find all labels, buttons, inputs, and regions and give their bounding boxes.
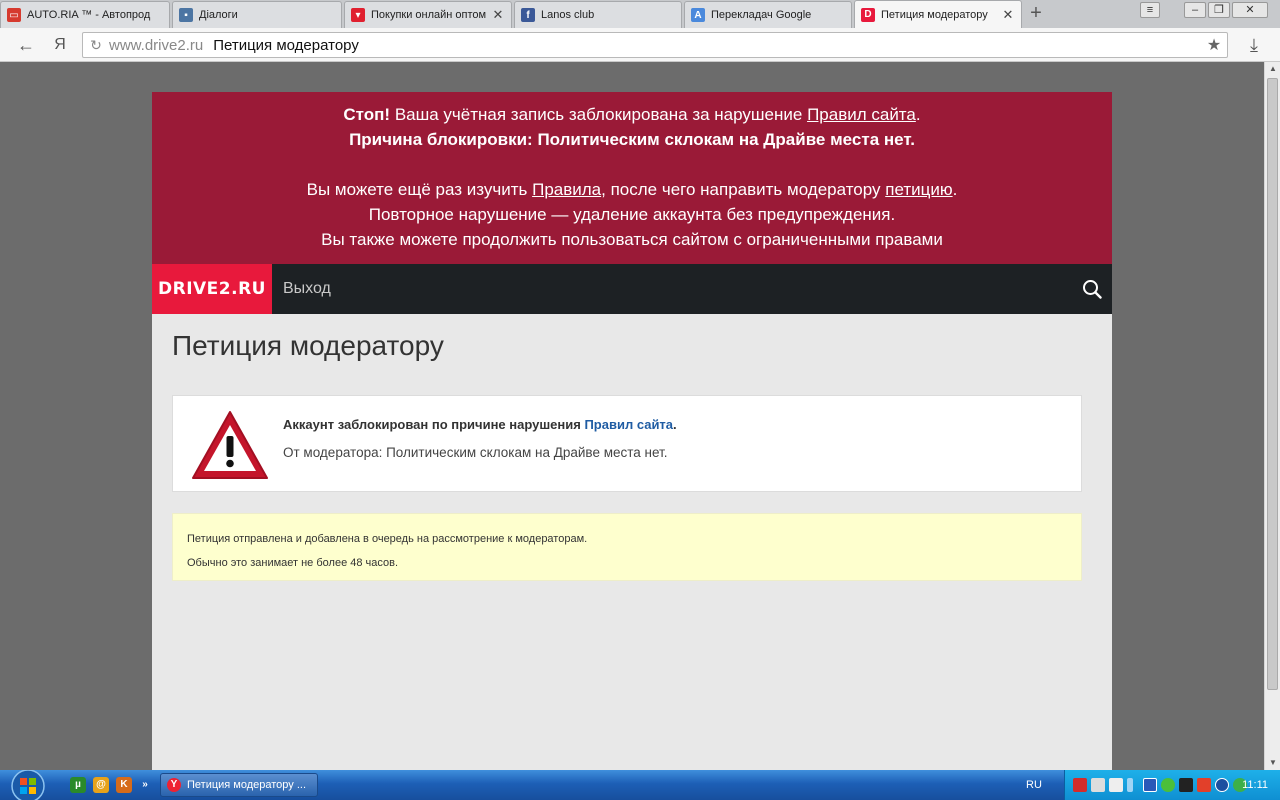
site-rules-link-2[interactable]: Правил сайта (584, 417, 673, 432)
ban-text-end: . (915, 105, 921, 124)
tab-label: Петиция модератору (881, 8, 988, 21)
tab-petition[interactable]: D Петиция модератору ✕ (854, 0, 1022, 28)
utorrent-icon[interactable]: µ (70, 777, 86, 793)
note-line-2: Обычно это занимает не более 48 часов. (187, 557, 399, 569)
search-icon[interactable] (1082, 279, 1102, 299)
page-viewport: Стоп! Ваша учётная запись заблокирована … (0, 62, 1264, 770)
tray-app-icon[interactable] (1143, 778, 1157, 792)
stop-label: Стоп! (343, 105, 391, 124)
taskbar: µ @ K » Y Петиция модератору ... RU 11:1… (0, 770, 1280, 800)
facebook-icon: f (521, 8, 535, 22)
page-container: Стоп! Ваша учётная запись заблокирована … (152, 92, 1112, 770)
alert-icon[interactable] (1197, 778, 1211, 792)
yandex-browser-icon: Y (167, 778, 181, 792)
close-window-button[interactable]: ✕ (1232, 2, 1268, 18)
tab-shopping[interactable]: ▾ Покупки онлайн оптом ✕ (344, 1, 512, 28)
url-host: www.drive2.ru (109, 36, 204, 54)
tab-label: Покупки онлайн оптом (371, 9, 487, 21)
start-button[interactable] (6, 770, 50, 800)
moderator-message: От модератора: Политическим склокам на Д… (283, 445, 668, 460)
tab-lanos-club[interactable]: f Lanos club (514, 1, 682, 28)
tab-autoria[interactable]: ▭ AUTO.RIA ™ - Автопрод (0, 1, 170, 28)
sync-icon[interactable] (1215, 778, 1229, 792)
quicklaunch-expand-icon[interactable]: » (140, 777, 150, 793)
address-bar[interactable]: ↻ www.drive2.ru Петиция модератору ★ (82, 32, 1228, 58)
reload-icon[interactable]: ↻ (83, 37, 109, 54)
url-page-title: Петиция модератору (213, 36, 359, 54)
site-navbar: DRIVE2.RU Выход (152, 264, 1112, 314)
rules-link[interactable]: Правила (532, 180, 601, 199)
ban-reason: Причина блокировки: Политическим склокам… (349, 130, 915, 149)
network-icon[interactable] (1091, 778, 1105, 792)
restore-button[interactable]: ❐ (1208, 2, 1230, 18)
drive2-icon: D (861, 7, 875, 22)
translate-icon: A (691, 8, 705, 22)
petition-link[interactable]: петицию (885, 180, 952, 199)
download-icon[interactable]: ⤓ (1242, 33, 1266, 57)
tab-dialogs[interactable]: ▪ Діалоги (172, 1, 342, 28)
ban-text: Ваша учётная запись заблокирована за нар… (390, 105, 808, 124)
chat-icon: ▪ (179, 8, 193, 22)
scroll-thumb[interactable] (1267, 78, 1278, 690)
yandex-button[interactable]: Я (48, 33, 72, 57)
display-icon[interactable] (1109, 778, 1123, 792)
ban-line-3: Вы можете ещё раз изучить Правила, после… (306, 180, 958, 199)
blocked-message: Аккаунт заблокирован по причине нарушени… (283, 417, 677, 432)
car-icon: ▭ (7, 8, 21, 22)
close-tab-icon[interactable]: ✕ (491, 7, 505, 23)
warning-triangle-icon (192, 411, 268, 479)
cart-icon: ▾ (351, 8, 365, 22)
tab-label: AUTO.RIA ™ - Автопрод (27, 9, 151, 21)
browser-toolbar: ← Я ↻ www.drive2.ru Петиция модератору ★… (0, 28, 1280, 62)
ban-limited-rights-line: Вы также можете продолжить пользоваться … (321, 230, 943, 249)
scroll-up-icon[interactable]: ▲ (1265, 62, 1280, 76)
exit-link[interactable]: Выход (283, 280, 331, 298)
ban-line-1: Стоп! Ваша учётная запись заблокирована … (152, 102, 1112, 127)
menu-icon[interactable]: ≡ (1140, 2, 1160, 18)
tab-strip: ▭ AUTO.RIA ™ - Автопрод ▪ Діалоги ▾ Поку… (0, 0, 1280, 28)
note-line-1: Петиция отправлена и добавлена в очередь… (187, 533, 588, 545)
site-logo[interactable]: DRIVE2.RU (152, 264, 272, 314)
petition-status-note: Петиция отправлена и добавлена в очередь… (172, 513, 1082, 581)
page-title: Петиция модератору (172, 330, 444, 361)
app-icon[interactable]: K (116, 777, 132, 793)
scroll-down-icon[interactable]: ▼ (1265, 756, 1280, 770)
main-content: Петиция модератору Аккаунт заблокирован … (152, 314, 1112, 581)
tab-label: Діалоги (199, 9, 238, 21)
back-arrow-icon[interactable]: ← (14, 33, 38, 57)
ban-notice: Стоп! Ваша учётная запись заблокирована … (152, 92, 1112, 264)
antivirus-icon[interactable] (1073, 778, 1087, 792)
close-tab-icon[interactable]: ✕ (1001, 7, 1015, 23)
system-tray: 11:11 (1064, 770, 1280, 800)
bookmark-star-icon[interactable]: ★ (1201, 35, 1227, 55)
taskbar-browser-task[interactable]: Y Петиция модератору ... (160, 773, 318, 797)
ban-warning-line: Повторное нарушение — удаление аккаунта … (368, 205, 896, 224)
language-indicator[interactable]: RU (1026, 779, 1042, 791)
clock: 11:11 (1242, 779, 1268, 791)
volume-icon[interactable] (1179, 778, 1193, 792)
mail-icon[interactable]: @ (93, 777, 109, 793)
signal-icon[interactable] (1127, 778, 1133, 792)
vertical-scrollbar[interactable]: ▲ ▼ (1264, 62, 1280, 770)
account-blocked-box: Аккаунт заблокирован по причине нарушени… (172, 395, 1082, 492)
new-tab-button[interactable]: + (1024, 3, 1048, 25)
tab-google-translate[interactable]: A Перекладач Google (684, 1, 852, 28)
tab-label: Lanos club (541, 9, 595, 21)
site-rules-link[interactable]: Правил сайта (807, 105, 916, 124)
task-title: Петиция модератору ... (187, 779, 307, 791)
tab-label: Перекладач Google (711, 9, 812, 21)
minimize-button[interactable]: – (1184, 2, 1206, 18)
check-icon[interactable] (1161, 778, 1175, 792)
